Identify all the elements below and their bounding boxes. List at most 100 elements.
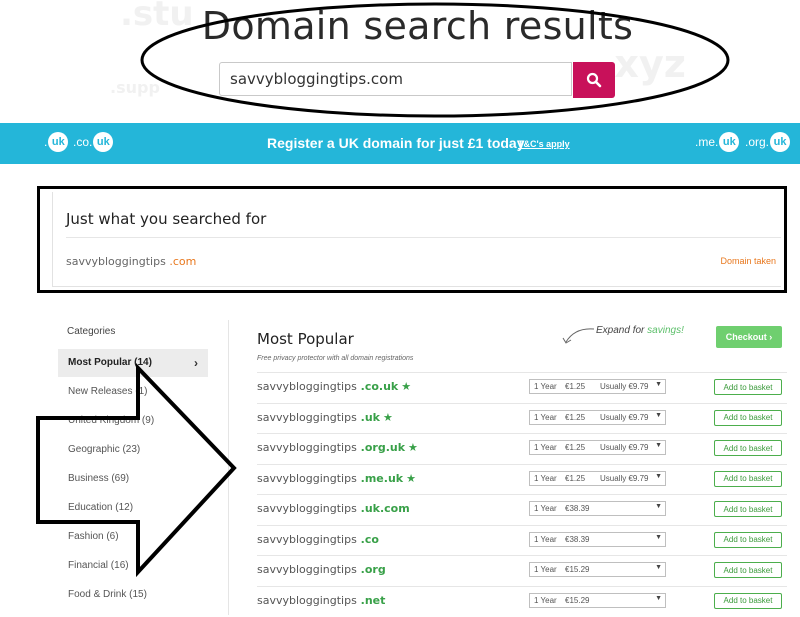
- domain-label: savvybloggingtips .uk.com: [257, 502, 410, 515]
- table-row: savvybloggingtips .co.uk ★ 1 Year €1.25 Usua…: [257, 372, 787, 403]
- promo-bar: Register a UK domain for just £1 today T…: [0, 123, 800, 164]
- term-select[interactable]: 1 Year €15.29 ▼: [529, 562, 666, 577]
- add-to-basket-button[interactable]: Add to basket: [714, 379, 782, 395]
- table-row: savvybloggingtips .org 1 Year €15.29 ▼ Add t…: [257, 555, 787, 586]
- term-price: €38.39: [565, 504, 590, 513]
- table-row: savvybloggingtips .co 1 Year €38.39 ▼ Add to…: [257, 524, 787, 556]
- tld-circle: uk: [719, 132, 740, 152]
- tld-circle: uk: [770, 132, 791, 152]
- term-years: 1 Year: [534, 473, 557, 483]
- add-to-basket-button[interactable]: Add to basket: [714, 409, 782, 426]
- term-price: €1.25: [565, 443, 586, 452]
- add-to-basket-button[interactable]: Add to basket: [714, 531, 782, 548]
- domain-label: savvybloggingtips .org: [257, 563, 386, 576]
- term-select[interactable]: 1 Year €1.25 Usually €9.79 ▼: [529, 440, 666, 455]
- domain-name: savvybloggingtips: [257, 380, 357, 393]
- domain-label: savvybloggingtips .uk ★: [257, 411, 393, 424]
- table-row: savvybloggingtips .org.uk ★ 1 Year €1.25 Usu…: [257, 433, 787, 464]
- star-icon: ★: [408, 441, 418, 454]
- domain-extension: .org.uk: [356, 441, 406, 454]
- term-years: 1 Year: [534, 565, 557, 574]
- terms-link[interactable]: T&C's apply: [518, 139, 570, 149]
- sidebar-item-label: Food & Drink (15): [68, 589, 147, 600]
- table-row: savvybloggingtips .uk ★ 1 Year €1.25 Usually…: [257, 402, 787, 434]
- divider: [66, 237, 781, 238]
- term-years: 1 Year: [534, 534, 557, 544]
- domain-name: savvybloggingtips: [257, 593, 357, 607]
- term-price: €1.25: [565, 382, 586, 391]
- term-years: 1 Year: [534, 595, 557, 605]
- tld-me-uk-logo: .me. uk: [695, 132, 740, 152]
- checkout-button[interactable]: Checkout ›: [716, 326, 782, 348]
- term-years: 1 Year: [534, 412, 557, 422]
- table-row: savvybloggingtips .net 1 Year €15.29 ▼ Add t…: [257, 585, 787, 617]
- exact-result-heading: Just what you searched for: [66, 210, 267, 228]
- usual-price: Usually €9.79: [600, 443, 649, 452]
- add-to-basket-button[interactable]: Add to basket: [714, 592, 782, 609]
- exact-result-panel: Just what you searched for savvyblogging…: [37, 186, 787, 293]
- tld-prefix: .: [44, 135, 48, 149]
- term-years: 1 Year: [534, 504, 557, 513]
- tld-circle: uk: [48, 132, 69, 152]
- term-select[interactable]: 1 Year €38.39 ▼: [529, 531, 666, 547]
- term-select[interactable]: 1 Year €1.25 Usually €9.79 ▼: [529, 409, 666, 425]
- term-select[interactable]: 1 Year €1.25 Usually €9.79 ▼: [529, 379, 666, 394]
- add-to-basket-button[interactable]: Add to basket: [714, 440, 782, 456]
- dropdown-arrow-icon: ▼: [655, 381, 662, 388]
- term-select[interactable]: 1 Year €15.29 ▼: [529, 592, 666, 608]
- dropdown-arrow-icon: ▼: [655, 533, 662, 541]
- domain-name: savvybloggingtips: [257, 563, 357, 576]
- usual-price: Usually €9.79: [600, 412, 649, 422]
- term-price: €15.29: [565, 565, 590, 574]
- section-subtitle: Free privacy protector with all domain r…: [257, 355, 414, 362]
- usual-price: Usually €9.79: [600, 473, 649, 483]
- table-row: savvybloggingtips .me.uk ★ 1 Year €1.25 Usua…: [257, 463, 787, 495]
- domain-extension: .uk.com: [356, 502, 410, 515]
- exact-result-card: Just what you searched for savvyblogging…: [52, 192, 781, 287]
- term-price: €15.29: [565, 595, 590, 605]
- term-select[interactable]: 1 Year €1.25 Usually €9.79 ▼: [529, 470, 666, 486]
- add-to-basket-button[interactable]: Add to basket: [714, 501, 782, 517]
- term-price: €38.39: [565, 534, 590, 544]
- domain-label: savvybloggingtips .me.uk ★: [257, 472, 416, 485]
- domain-name: savvybloggingtips: [257, 532, 357, 546]
- dropdown-arrow-icon: ▼: [655, 472, 662, 480]
- tld-co-uk-logo: .co. uk: [73, 132, 114, 152]
- exact-result-domain: savvybloggingtips .com: [66, 255, 196, 268]
- search-icon: [586, 72, 602, 88]
- domain-label: savvybloggingtips .co.uk ★: [257, 380, 411, 393]
- term-select[interactable]: 1 Year €38.39 ▼: [529, 501, 666, 516]
- star-icon: ★: [401, 380, 412, 393]
- search-button[interactable]: [573, 62, 615, 98]
- domain-label: savvybloggingtips .org.uk ★: [257, 441, 418, 454]
- domain-extension: .net: [356, 593, 386, 607]
- tld-prefix: .org.: [745, 135, 770, 149]
- domain-name: savvybloggingtips: [257, 410, 357, 424]
- add-to-basket-button[interactable]: Add to basket: [714, 470, 782, 487]
- domain-extension: .com: [165, 255, 197, 268]
- domain-search-input[interactable]: [219, 62, 572, 96]
- domain-name: savvybloggingtips: [257, 441, 357, 454]
- expand-note-text: Expand for: [596, 325, 645, 336]
- tld-prefix: .co.: [73, 135, 93, 149]
- curved-arrow-icon: [562, 328, 595, 344]
- annotation-arrow: [36, 363, 237, 578]
- expand-savings-note: Expand for savings!: [596, 325, 684, 336]
- domain-name: savvybloggingtips: [257, 471, 357, 485]
- term-price: €1.25: [565, 412, 586, 422]
- usual-price: Usually €9.79: [600, 382, 649, 391]
- term-price: €1.25: [565, 473, 586, 483]
- domain-name: savvybloggingtips: [257, 502, 357, 515]
- table-row: savvybloggingtips .uk.com 1 Year €38.39 ▼ Ad…: [257, 494, 787, 525]
- term-years: 1 Year: [534, 382, 557, 391]
- add-to-basket-button[interactable]: Add to basket: [714, 562, 782, 578]
- tld-prefix: .me.: [695, 135, 719, 149]
- domain-extension: .co: [356, 532, 379, 546]
- sidebar-title: Categories: [67, 326, 116, 337]
- star-icon: ★: [382, 410, 393, 424]
- dropdown-arrow-icon: ▼: [655, 503, 662, 510]
- domain-extension: .uk: [356, 410, 380, 424]
- sidebar-item-food-drink[interactable]: Food & Drink (15): [58, 581, 208, 609]
- dropdown-arrow-icon: ▼: [655, 564, 662, 571]
- domain-extension: .org: [356, 563, 386, 576]
